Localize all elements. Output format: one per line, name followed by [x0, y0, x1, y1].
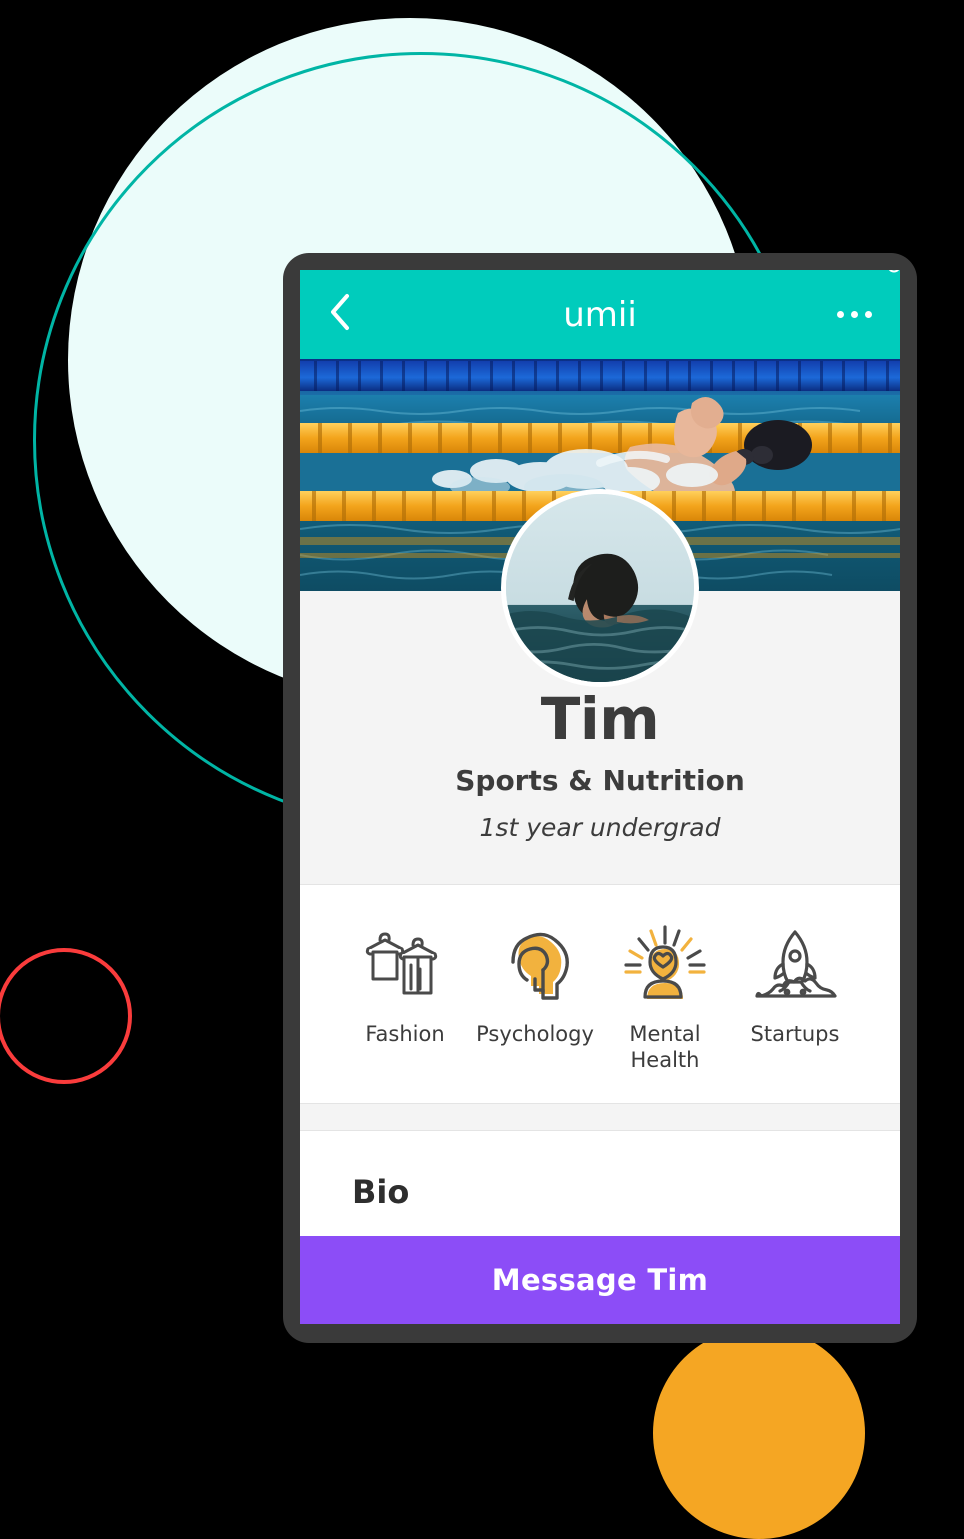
profile-subject: Sports & Nutrition: [455, 763, 745, 797]
more-options-button[interactable]: [828, 297, 872, 333]
brand-logo-text: umii: [563, 294, 637, 335]
interest-item-psychology[interactable]: Psychology: [470, 921, 600, 1047]
back-button[interactable]: [328, 294, 364, 333]
head-profile-icon: [470, 921, 600, 1007]
orange-circle-shape: [653, 1327, 865, 1539]
interest-item-mental-health[interactable]: Mental Health: [600, 921, 730, 1074]
page-title: Tim: [540, 685, 660, 753]
interests-section: Fashion Psychology Mental Health Startup…: [300, 884, 900, 1104]
avatar: [501, 489, 699, 687]
phone-screen: umii Tim Sports & Nutrition 1st year und…: [300, 270, 900, 1324]
interest-label: Startups: [750, 1021, 840, 1046]
interest-label: Mental Health: [629, 1021, 701, 1073]
message-button[interactable]: Message Tim: [300, 1236, 900, 1324]
more-horizontal-icon: [837, 311, 872, 318]
message-button-label: Message Tim: [491, 1263, 709, 1297]
interest-item-startups[interactable]: Startups: [730, 921, 860, 1047]
rocket-icon: [730, 921, 860, 1007]
section-divider: [300, 1103, 900, 1132]
interest-label: Psychology: [476, 1021, 594, 1046]
bio-section: Bio: [300, 1131, 900, 1212]
profile-year: 1st year undergrad: [479, 812, 721, 842]
brand-logo-circles-icon: [877, 270, 900, 273]
chevron-left-icon: [328, 293, 352, 336]
clothes-hanger-icon: [340, 921, 470, 1007]
person-with-heart-rays-icon: [600, 921, 730, 1007]
bio-heading: Bio: [352, 1173, 410, 1212]
red-ring-shape: [0, 948, 132, 1084]
phone-device-frame: umii Tim Sports & Nutrition 1st year und…: [283, 253, 917, 1343]
interest-item-fashion[interactable]: Fashion: [340, 921, 470, 1047]
brand-logo: umii: [300, 270, 900, 359]
interest-label: Fashion: [365, 1021, 445, 1046]
profile-identity-section: Tim Sports & Nutrition 1st year undergra…: [300, 489, 900, 885]
app-header-bar: umii: [300, 270, 900, 359]
